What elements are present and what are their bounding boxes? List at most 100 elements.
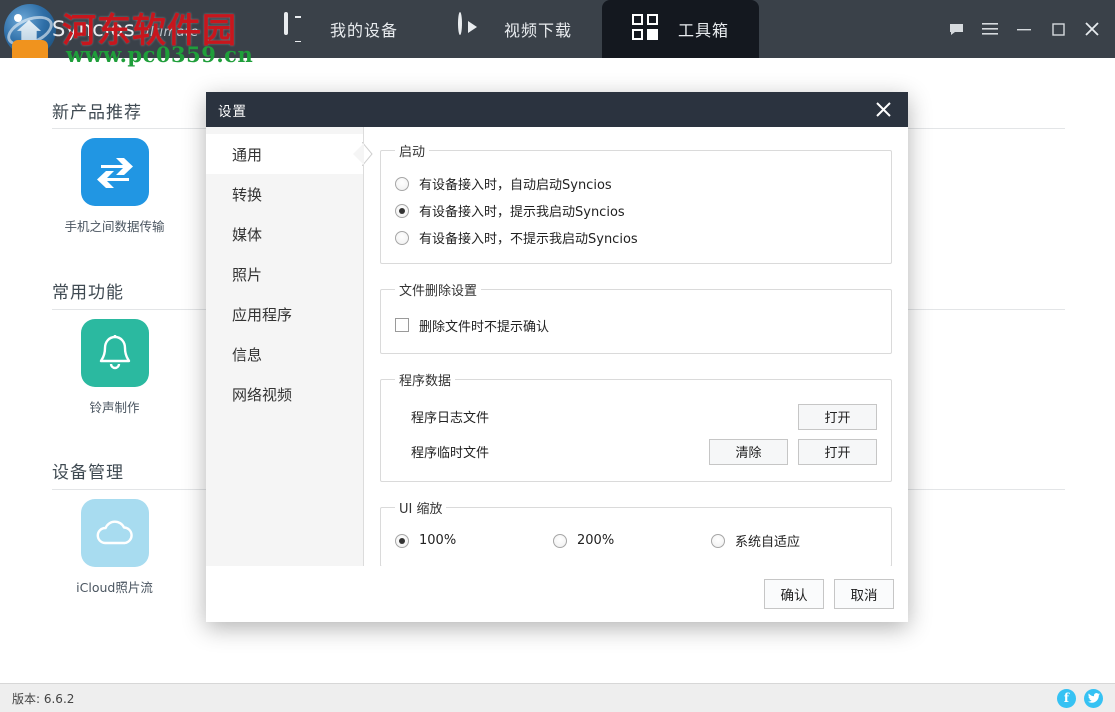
tab-toolbox-label: 工具箱	[678, 17, 729, 41]
brand-name-text: Syncios	[52, 17, 135, 41]
sidebar-item-media-label: 媒体	[232, 224, 262, 245]
radio-startup-auto[interactable]	[395, 177, 409, 191]
sidebar-item-general-label: 通用	[232, 144, 262, 165]
tab-my-device-label: 我的设备	[330, 17, 398, 41]
ui-scale-option-auto[interactable]: 系统自适应	[711, 527, 869, 554]
section-title-device-management: 设备管理	[52, 458, 124, 483]
minimize-icon[interactable]	[1007, 9, 1041, 49]
brand-area: SynciosUltimate 河东软件园 www.pc0359.cn	[0, 0, 250, 58]
open-log-button[interactable]: 打开	[798, 404, 877, 430]
transfer-arrows-icon	[81, 138, 149, 206]
tile-icloud-photo-stream[interactable]: iCloud照片流	[47, 499, 182, 596]
grid-icon	[632, 14, 660, 44]
status-bar: 版本: 6.6.2 f	[0, 683, 1115, 712]
dialog-close-icon[interactable]	[870, 97, 896, 123]
checkbox-no-delete-confirm[interactable]	[395, 318, 409, 332]
startup-option-prompt[interactable]: 有设备接入时，提示我启动Syncios	[395, 197, 877, 224]
dialog-sidebar: 通用 转换 媒体 照片 应用程序 信息	[206, 127, 364, 622]
sidebar-item-photo[interactable]: 照片	[206, 254, 363, 294]
feedback-chat-icon[interactable]	[939, 9, 973, 49]
radio-ui-scale-200[interactable]	[553, 534, 567, 548]
sidebar-item-convert-label: 转换	[232, 184, 262, 205]
ui-scale-option-200[interactable]: 200%	[553, 527, 711, 554]
facebook-icon[interactable]: f	[1057, 689, 1076, 708]
ui-scale-options: 100% 200% 系统自适应	[395, 527, 877, 554]
open-temp-button[interactable]: 打开	[798, 439, 877, 465]
ui-scale-option-200-label: 200%	[577, 533, 614, 548]
ui-scale-option-100-label: 100%	[419, 533, 456, 548]
ui-scale-option-100[interactable]: 100%	[395, 527, 553, 554]
sidebar-item-media[interactable]: 媒体	[206, 214, 363, 254]
bell-icon	[81, 319, 149, 387]
settings-dialog: 设置 通用 转换 媒体 照片	[206, 92, 908, 622]
program-log-row: 程序日志文件 打开	[395, 399, 877, 434]
tile-phone-transfer-label: 手机之间数据传输	[47, 216, 182, 235]
startup-option-prompt-label: 有设备接入时，提示我启动Syncios	[419, 201, 625, 220]
sidebar-item-messages-label: 信息	[232, 344, 262, 365]
tile-ringtone-maker-label: 铃声制作	[47, 397, 182, 416]
phone-icon	[284, 14, 312, 44]
sidebar-item-apps-label: 应用程序	[232, 304, 292, 325]
play-circle-icon	[458, 14, 486, 44]
startup-option-auto-label: 有设备接入时，自动启动Syncios	[419, 174, 612, 193]
dialog-title-bar: 设置	[206, 92, 908, 127]
maximize-icon[interactable]	[1041, 9, 1075, 49]
tab-toolbox[interactable]: 工具箱	[602, 0, 759, 58]
application-window: SynciosUltimate 河东软件园 www.pc0359.cn 我的设备…	[0, 0, 1115, 712]
file-delete-group: 文件删除设置 删除文件时不提示确认	[380, 280, 892, 354]
program-data-group: 程序数据 程序日志文件 打开 程序临时文件 清除 打开	[380, 370, 892, 482]
sidebar-item-general[interactable]: 通用	[206, 134, 363, 174]
startup-group-legend: 启动	[395, 141, 429, 160]
window-controls	[939, 0, 1115, 58]
tab-video-download[interactable]: 视频下载	[428, 0, 602, 58]
program-data-group-legend: 程序数据	[395, 370, 455, 389]
tile-ringtone-maker[interactable]: 铃声制作	[47, 319, 182, 416]
section-title-new-products: 新产品推荐	[52, 98, 142, 123]
startup-option-no-prompt-label: 有设备接入时，不提示我启动Syncios	[419, 228, 638, 247]
brand-name: Syncios Ultimate	[52, 17, 199, 41]
file-delete-option-label: 删除文件时不提示确认	[419, 316, 549, 335]
tab-my-device[interactable]: 我的设备	[254, 0, 428, 58]
section-title-common-features: 常用功能	[52, 278, 124, 303]
sidebar-item-photo-label: 照片	[232, 264, 262, 285]
sidebar-item-apps[interactable]: 应用程序	[206, 294, 363, 334]
version-label: 版本: 6.6.2	[12, 690, 74, 707]
radio-startup-prompt[interactable]	[395, 204, 409, 218]
confirm-button[interactable]: 确认	[764, 579, 824, 609]
file-delete-group-legend: 文件删除设置	[395, 280, 481, 299]
radio-ui-scale-auto[interactable]	[711, 534, 725, 548]
sidebar-item-convert[interactable]: 转换	[206, 174, 363, 214]
ui-scale-group-legend: UI 缩放	[395, 498, 446, 517]
title-bar: SynciosUltimate 河东软件园 www.pc0359.cn 我的设备…	[0, 0, 1115, 58]
cloud-icon	[81, 499, 149, 567]
sidebar-item-web-video[interactable]: 网络视频	[206, 374, 363, 414]
main-nav-tabs: 我的设备 视频下载 工具箱	[254, 0, 759, 58]
program-temp-row: 程序临时文件 清除 打开	[395, 434, 877, 469]
radio-ui-scale-100[interactable]	[395, 534, 409, 548]
radio-startup-no-prompt[interactable]	[395, 231, 409, 245]
menu-hamburger-icon[interactable]	[973, 9, 1007, 49]
clear-temp-button[interactable]: 清除	[709, 439, 788, 465]
close-icon[interactable]	[1075, 9, 1109, 49]
dialog-main-panel: 启动 有设备接入时，自动启动Syncios 有设备接入时，提示我启动Syncio…	[364, 127, 908, 622]
dialog-body: 通用 转换 媒体 照片 应用程序 信息	[206, 127, 908, 622]
tile-phone-transfer[interactable]: 手机之间数据传输	[47, 138, 182, 235]
tile-icloud-photo-stream-label: iCloud照片流	[47, 577, 182, 596]
twitter-icon[interactable]	[1084, 689, 1103, 708]
ui-scale-option-auto-label: 系统自适应	[735, 531, 800, 550]
sidebar-item-web-video-label: 网络视频	[232, 384, 292, 405]
sidebar-item-messages[interactable]: 信息	[206, 334, 363, 374]
file-delete-option[interactable]: 删除文件时不提示确认	[395, 309, 877, 341]
brand-edition-text: Ultimate	[140, 25, 199, 40]
startup-option-no-prompt[interactable]: 有设备接入时，不提示我启动Syncios	[395, 224, 877, 251]
program-temp-label: 程序临时文件	[411, 442, 489, 461]
tab-video-download-label: 视频下载	[504, 17, 572, 41]
dialog-footer: 确认 取消	[206, 566, 908, 622]
program-log-label: 程序日志文件	[411, 407, 489, 426]
social-links: f	[1057, 689, 1103, 708]
dialog-title-text: 设置	[218, 100, 247, 120]
cancel-button[interactable]: 取消	[834, 579, 894, 609]
startup-group: 启动 有设备接入时，自动启动Syncios 有设备接入时，提示我启动Syncio…	[380, 141, 892, 264]
ui-scale-group: UI 缩放 100% 200% 系统自适应	[380, 498, 892, 567]
startup-option-auto[interactable]: 有设备接入时，自动启动Syncios	[395, 170, 877, 197]
